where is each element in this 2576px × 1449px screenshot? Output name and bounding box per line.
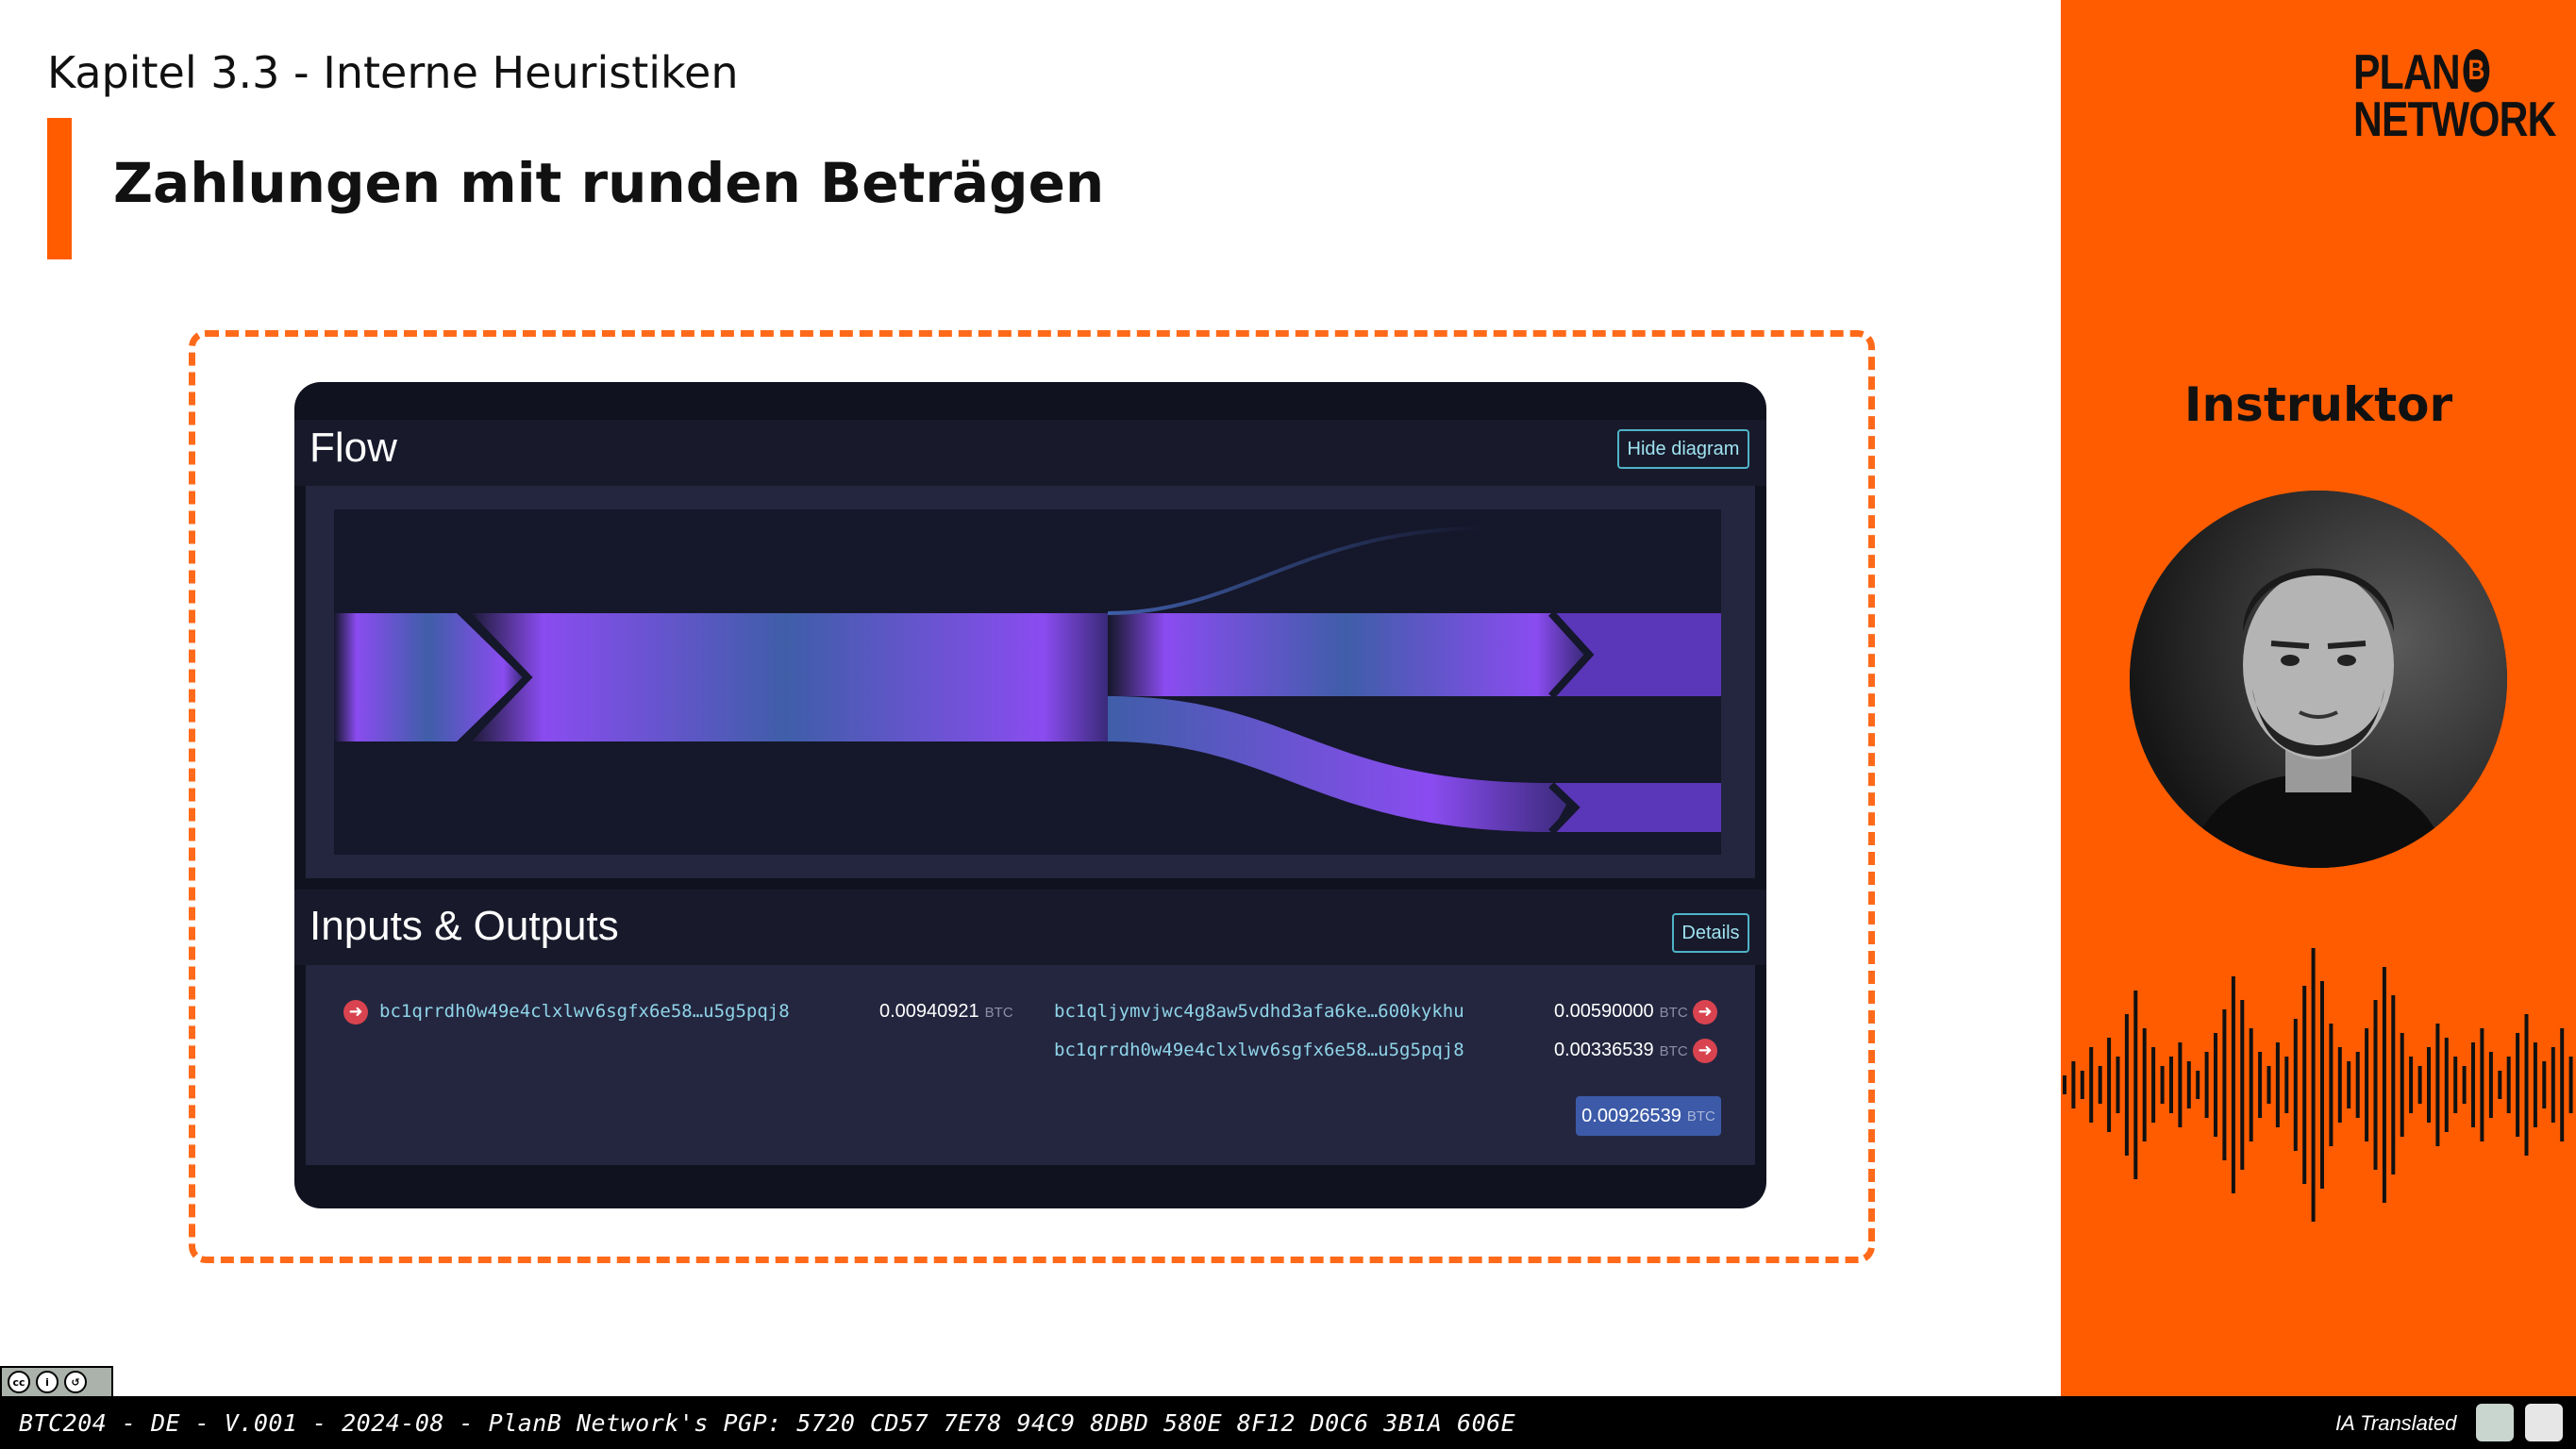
waveform-bar	[2417, 1066, 2422, 1104]
output-2-arrow-icon[interactable]: ➜	[1693, 1039, 1717, 1063]
waveform-bar	[2249, 1028, 2253, 1141]
waveform-bar	[2471, 1042, 2475, 1127]
waveform-bar	[2240, 1000, 2245, 1170]
waveform-bar	[2231, 976, 2235, 1193]
waveform-bar	[2551, 1047, 2555, 1123]
waveform-bar	[2063, 1075, 2066, 1094]
output-1-amount: 0.00590000 BTC	[1554, 1001, 1688, 1022]
waveform-bar	[2089, 1047, 2094, 1123]
io-heading: Inputs & Outputs	[309, 903, 619, 949]
waveform-bar	[2391, 995, 2396, 1174]
waveform-bar	[2222, 1009, 2227, 1160]
waveform-bar	[2488, 1052, 2493, 1118]
waveform-bar	[2214, 1033, 2217, 1137]
waveform-bar	[2169, 1057, 2173, 1113]
io-panel	[306, 965, 1755, 1165]
waveform-bar	[2329, 1024, 2333, 1146]
waveform-bar	[2196, 1071, 2200, 1099]
planb-network-logo: PLAN B NETWORK	[2353, 45, 2556, 147]
bitcoin-b-icon: B	[2463, 49, 2489, 92]
chapter-title: Kapitel 3.3 - Interne Heuristiken	[47, 47, 739, 98]
waveform-bar	[2151, 1047, 2156, 1123]
instructor-photo	[2130, 491, 2507, 868]
slide-title: Zahlungen mit runden Beträgen	[113, 151, 1105, 215]
waveform-bar	[2409, 1057, 2414, 1113]
waveform-bar	[2453, 1057, 2458, 1113]
waveform-bar	[2427, 1047, 2431, 1123]
waveform-bar	[2533, 1042, 2537, 1127]
instructor-label: Instruktor	[2183, 377, 2453, 432]
waveform-bar	[2267, 1066, 2271, 1104]
waveform-bar	[2160, 1066, 2165, 1104]
waveform-bar	[2320, 981, 2324, 1189]
waveform-bar	[2506, 1057, 2511, 1113]
waveform-bar	[2337, 1047, 2342, 1123]
instructor-panel: PLAN B NETWORK Instruktor	[2061, 0, 2576, 1396]
waveform-bar	[2542, 1061, 2547, 1108]
openai-icon	[2476, 1404, 2514, 1441]
waveform-bar	[2116, 1057, 2120, 1113]
instructor-avatar	[2130, 491, 2507, 868]
waveform-bar	[2435, 1024, 2440, 1146]
waveform-bar	[2142, 1028, 2147, 1141]
waveform-bar	[2382, 967, 2386, 1203]
input-address[interactable]: bc1qrrdh0w49e4clxlwv6sgfx6e58…u5g5pqj8	[379, 1001, 790, 1022]
waveform-bar	[2347, 1061, 2351, 1108]
flow-output-2	[1108, 696, 1570, 832]
waveform-bar	[2275, 1042, 2280, 1127]
translator-icon	[2525, 1404, 2563, 1441]
waveform-bar	[2365, 1028, 2369, 1141]
output-2-address[interactable]: bc1qrrdh0w49e4clxlwv6sgfx6e58…u5g5pqj8	[1054, 1040, 1464, 1060]
by-icon: i	[36, 1371, 59, 1393]
waveform-bar	[2480, 1028, 2484, 1141]
output-1-address[interactable]: bc1qljymvjwc4g8aw5vdhd3afa6ke…600kykhu	[1054, 1001, 1464, 1022]
waveform-bar	[2498, 1071, 2502, 1099]
flow-heading: Flow	[309, 425, 397, 471]
cc-license-badge: cc i ↺	[0, 1366, 113, 1398]
waveform-bar	[2524, 1014, 2529, 1156]
flow-fee-line	[1107, 526, 1486, 615]
output-1-arrow-icon[interactable]: ➜	[1693, 1000, 1717, 1024]
waveform-bar	[2178, 1042, 2183, 1127]
waveform-bar	[2311, 948, 2316, 1222]
details-button[interactable]: Details	[1672, 913, 1749, 953]
waveform-bar	[2516, 1033, 2520, 1137]
waveform-bar	[2373, 1000, 2378, 1170]
total-amount-badge: 0.00926539 BTC	[1576, 1096, 1721, 1136]
waveform-bar	[2071, 1061, 2076, 1108]
flow-header-strip	[294, 420, 1766, 486]
footer-bar: BTC204 - DE - V.001 - 2024-08 - PlanB Ne…	[0, 1396, 2576, 1449]
flow-diagram	[334, 526, 1721, 835]
input-amount: 0.00940921 BTC	[879, 1001, 1013, 1022]
footer-text: BTC204 - DE - V.001 - 2024-08 - PlanB Ne…	[19, 1409, 1516, 1437]
cc-icon: cc	[8, 1371, 30, 1393]
flow-output-1	[1108, 613, 1584, 696]
waveform-bar	[2133, 991, 2138, 1179]
waveform-bar	[2293, 1019, 2298, 1151]
waveform-bar	[2462, 1066, 2467, 1104]
waveform-bar	[2098, 1066, 2102, 1104]
waveform-bar	[2107, 1038, 2112, 1132]
waveform-bar	[2568, 1057, 2573, 1113]
waveform-bar	[2124, 1014, 2129, 1156]
waveform-bar	[2400, 1033, 2404, 1137]
audio-waveform-icon	[2063, 948, 2573, 1222]
explorer-screenshot: Flow Hide diagram Inputs & Outputs Detai…	[294, 382, 1766, 1208]
accent-bar	[47, 118, 72, 259]
waveform-bar	[2560, 1028, 2565, 1141]
waveform-bar	[2444, 1038, 2449, 1132]
output-2-amount: 0.00336539 BTC	[1554, 1040, 1688, 1060]
waveform-bar	[2284, 1057, 2289, 1113]
flow-band-center	[466, 613, 1108, 741]
waveform-bar	[2355, 1052, 2360, 1118]
waveform-bar	[2080, 1071, 2084, 1099]
hide-diagram-button[interactable]: Hide diagram	[1617, 429, 1749, 469]
waveform-bar	[2258, 1052, 2263, 1118]
waveform-bar	[2186, 1061, 2191, 1108]
sa-icon: ↺	[64, 1371, 87, 1393]
waveform-bar	[2204, 1052, 2209, 1118]
waveform-bar	[2302, 986, 2307, 1184]
ia-translated-label: IA Translated	[2335, 1411, 2457, 1435]
input-arrow-icon[interactable]: ➜	[343, 1000, 368, 1024]
